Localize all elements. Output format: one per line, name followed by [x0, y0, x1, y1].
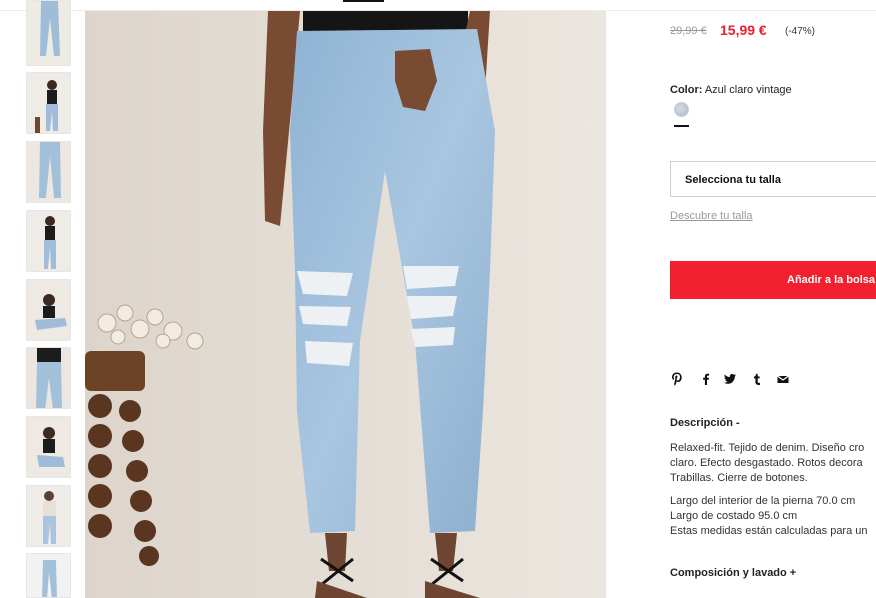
thumbnail-6[interactable] — [26, 347, 71, 409]
sale-price: 15,99 € — [720, 22, 767, 38]
color-info: Color: Azul claro vintage — [670, 84, 792, 96]
swatch-selected-indicator — [674, 125, 689, 127]
original-price: 29,99 € — [670, 25, 707, 37]
thumbnail-8[interactable] — [26, 485, 71, 547]
thumbnail-7[interactable] — [26, 416, 71, 478]
description-toggle[interactable]: Descripción - — [670, 417, 740, 429]
thumbnail-2[interactable] — [26, 72, 71, 134]
thumbnail-4[interactable] — [26, 210, 71, 272]
tumblr-icon[interactable] — [750, 371, 764, 387]
add-to-bag-button[interactable]: Añadir a la bolsa — [670, 261, 876, 299]
active-indicator — [343, 0, 384, 2]
thumbnail-9[interactable] — [26, 553, 71, 598]
facebook-icon[interactable] — [699, 371, 713, 387]
size-select[interactable]: Selecciona tu talla — [670, 161, 876, 197]
color-label: Color: — [670, 84, 703, 96]
share-icons — [670, 371, 800, 387]
mail-icon[interactable] — [776, 371, 790, 387]
composition-toggle[interactable]: Composición y lavado + — [670, 567, 796, 579]
thumbnail-5[interactable] — [26, 279, 71, 341]
thumbnail-1[interactable] — [26, 0, 71, 66]
color-value: Azul claro vintage — [704, 84, 792, 96]
discount-badge: (-47%) — [785, 26, 816, 37]
pinterest-icon[interactable] — [670, 371, 684, 387]
thumbnail-3[interactable] — [26, 141, 71, 203]
product-details-panel: 29,99 € 15,99 € (-47%) Color: Azul claro… — [670, 0, 876, 598]
measurements-text: Largo del interior de la pierna 70.0 cm … — [670, 495, 868, 537]
main-product-image[interactable] — [85, 11, 606, 598]
color-swatch[interactable] — [674, 102, 689, 117]
description-text: Relaxed-fit. Tejido de denim. Diseño cro… — [670, 442, 865, 484]
size-guide-link[interactable]: Descubre tu talla — [670, 210, 753, 222]
twitter-icon[interactable] — [723, 371, 737, 387]
